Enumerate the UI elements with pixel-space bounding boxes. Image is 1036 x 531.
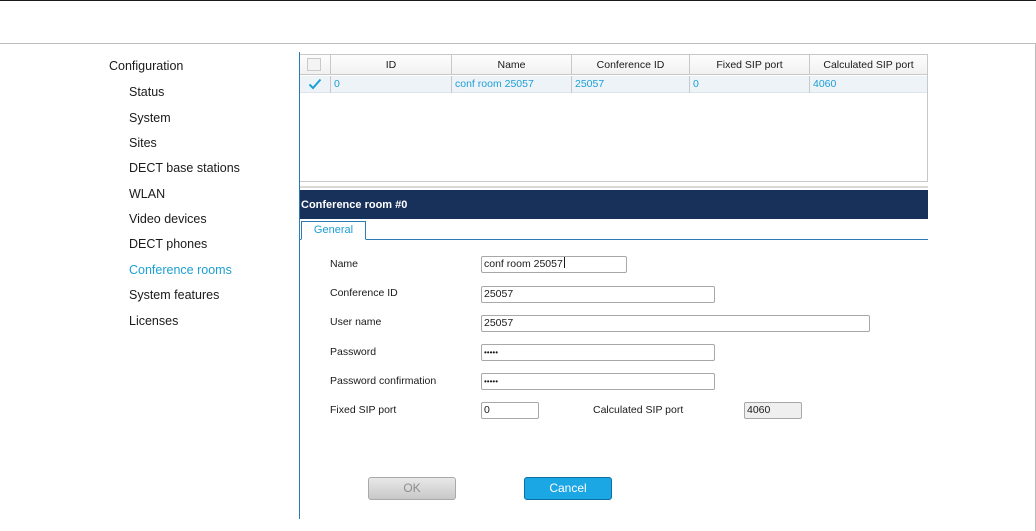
sidebar-item-dect-phones[interactable]: DECT phones (129, 237, 207, 251)
column-header-fixed-sip-port[interactable]: Fixed SIP port (689, 55, 809, 75)
column-header-calculated-sip-port[interactable]: Calculated SIP port (809, 55, 927, 75)
user-name-input[interactable]: 25057 (481, 315, 870, 332)
conference-id-label: Conference ID (330, 287, 398, 299)
calculated-sip-port-field: 4060 (744, 402, 802, 419)
password-input[interactable]: ••••• (481, 344, 715, 361)
conference-rooms-table: ID Name Conference ID Fixed SIP port Cal… (300, 54, 928, 182)
cancel-button[interactable]: Cancel (524, 477, 612, 500)
ok-button[interactable]: OK (368, 477, 456, 500)
column-header-id[interactable]: ID (330, 55, 451, 75)
calculated-sip-port-label: Calculated SIP port (593, 404, 684, 416)
nav-configuration[interactable]: Configuration (109, 59, 183, 73)
tab-strip (300, 239, 928, 240)
text-caret (563, 257, 565, 268)
cell-fixed-sip-port: 0 (689, 76, 809, 93)
sidebar-item-video-devices[interactable]: Video devices (129, 212, 207, 226)
name-label: Name (330, 258, 359, 270)
cell-calculated-sip-port: 4060 (809, 76, 927, 93)
column-header-conference-id[interactable]: Conference ID (571, 55, 689, 75)
table-row[interactable]: 0 conf room 25057 25057 0 4060 (300, 76, 927, 93)
sidebar-item-status[interactable]: Status (129, 85, 164, 99)
cell-conference-id: 25057 (571, 76, 689, 93)
password-label: Password (330, 346, 377, 358)
select-all-checkbox[interactable] (307, 58, 321, 71)
panel-title: Conference room #0 (300, 190, 928, 219)
sidebar-item-conference-rooms[interactable]: Conference rooms (129, 263, 232, 277)
sidebar-item-wlan[interactable]: WLAN (129, 187, 165, 201)
sidebar-item-licenses[interactable]: Licenses (129, 314, 178, 328)
cell-name: conf room 25057 (451, 76, 571, 93)
conference-id-input[interactable]: 25057 (481, 286, 715, 303)
password-confirmation-input[interactable]: ••••• (481, 373, 715, 390)
splitter-handle[interactable] (300, 186, 928, 188)
page: Configuration Status System Sites DECT b… (0, 0, 1036, 531)
fixed-sip-port-label: Fixed SIP port (330, 404, 397, 416)
sidebar-item-system-features[interactable]: System features (129, 288, 219, 302)
fixed-sip-port-input[interactable]: 0 (481, 402, 539, 419)
top-divider (0, 0, 1036, 1)
cell-id: 0 (330, 76, 451, 93)
name-input[interactable]: conf room 25057 (481, 256, 627, 273)
sidebar-item-sites[interactable]: Sites (129, 136, 157, 150)
table-header: ID Name Conference ID Fixed SIP port Cal… (300, 55, 927, 75)
name-input-value: conf room 25057 (484, 258, 563, 270)
column-header-name[interactable]: Name (451, 55, 571, 75)
password-confirmation-label: Password confirmation (330, 375, 437, 387)
checkmark-icon[interactable] (308, 78, 322, 90)
select-all-header (300, 55, 330, 75)
sidebar-item-system[interactable]: System (129, 111, 171, 125)
user-name-label: User name (330, 316, 382, 328)
sidebar-item-dect-base-stations[interactable]: DECT base stations (129, 161, 240, 175)
tab-general[interactable]: General (301, 221, 366, 240)
